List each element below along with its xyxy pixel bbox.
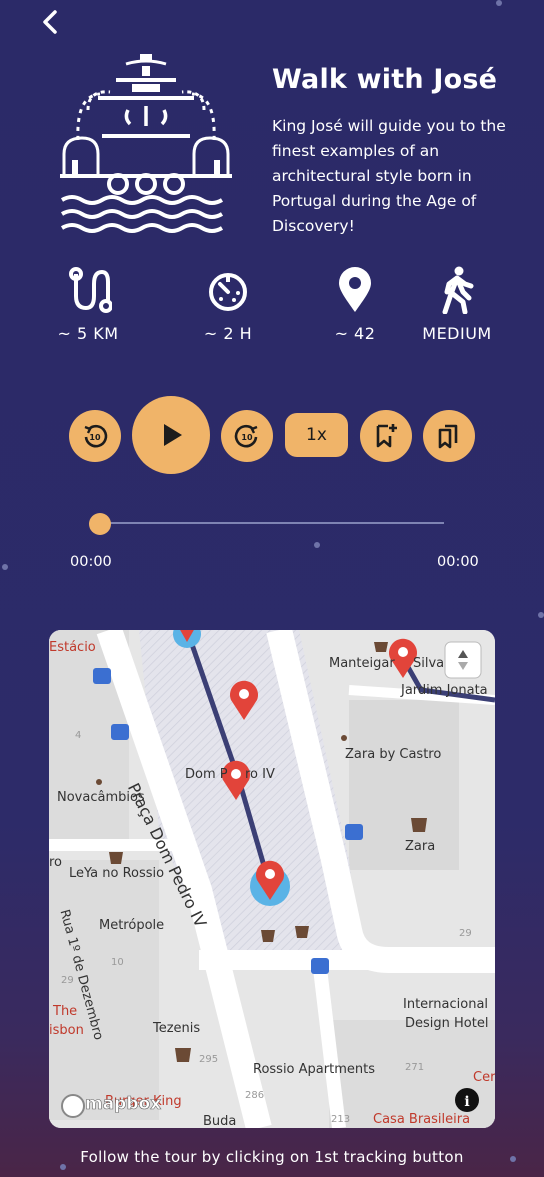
map-number: 29 [61,975,74,986]
stat-duration: ~ 2 H [178,266,278,343]
footer-hint: Follow the tour by clicking on 1st track… [80,1148,464,1166]
back-button[interactable] [38,8,64,38]
map-number: 213 [331,1114,351,1125]
map-label: Dom P [185,767,228,782]
map-number: 271 [405,1062,425,1073]
map-label: Rossio Apartments [253,1062,375,1077]
walking-person-icon [442,266,474,314]
play-icon [164,424,182,446]
play-button[interactable] [132,396,210,474]
map-number: 29 [459,928,472,939]
svg-text:10: 10 [241,433,253,442]
location-pin-icon [339,267,371,312]
map-label: Tezenis [153,1021,201,1036]
map-label: ro IV [245,767,275,782]
stat-stops: ~ 42 [305,266,405,343]
add-bookmark-button[interactable] [360,410,412,462]
route-icon [69,267,112,313]
chevron-left-icon [43,10,57,34]
map-number: 10 [111,957,124,968]
progress-track[interactable] [100,522,444,524]
map-label: Buda [203,1114,237,1128]
map-label: Silva [413,656,445,671]
map-label: Cer [473,1070,495,1085]
stat-duration-value: ~ 2 H [203,324,253,343]
stat-difficulty: MEDIUM [407,266,507,343]
map-number: 295 [199,1054,219,1065]
page-title: Walk with José [272,64,498,95]
rewind-10-button[interactable]: 10 [69,410,121,462]
map-label: Jardim Jonata [401,683,488,698]
tour-description: King José will guide you to the finest e… [272,117,506,235]
decor-dot [2,564,8,570]
svg-text:10: 10 [89,433,101,442]
bookmark-add-icon [376,424,397,448]
forward-10-icon: 10 [234,424,258,448]
mapbox-logo[interactable]: mapbox [85,1094,162,1115]
map-number: 4 [75,730,82,741]
progress-knob[interactable] [89,513,111,535]
map-number: 286 [245,1090,265,1101]
map-label: Design Hotel [405,1016,489,1031]
elapsed-time: 00:00 [70,554,112,570]
stat-difficulty-value: MEDIUM [422,324,492,343]
map-label: Zara [405,839,436,854]
map-label: LeYa no Rossio [69,866,165,881]
map-label: Manteigar [329,656,395,671]
map-label: isbon [49,1023,84,1038]
forward-10-button[interactable]: 10 [221,410,273,462]
map-label: The [53,1004,78,1019]
map-label: Estácio [49,640,96,655]
tour-map[interactable]: i Estácio Manteigar Silva Jardim Jonata … [49,630,495,1128]
decor-dot [496,0,502,6]
stat-stops-value: ~ 42 [334,324,376,343]
map-label: Zara by Castro [345,747,442,762]
decor-dot [538,612,544,618]
map-info-button[interactable] [455,1086,479,1110]
playback-speed-button[interactable]: 1x [285,413,348,457]
rewind-10-icon: 10 [84,424,108,448]
map-label: ro [49,855,63,870]
timer-icon [209,273,247,311]
stat-distance: ~ 5 KM [38,266,138,343]
total-time: 00:00 [437,554,479,570]
map-label: Metrópole [99,918,165,933]
bookmarks-icon [438,424,458,449]
bookmarks-button[interactable] [423,410,475,462]
fountain-logo [58,50,234,242]
map-label: Internacional [403,997,489,1012]
stat-distance-value: ~ 5 KM [57,324,119,343]
compass-button[interactable] [445,642,481,678]
decor-dot [314,542,320,548]
map-label: Casa Brasileira [373,1112,471,1127]
